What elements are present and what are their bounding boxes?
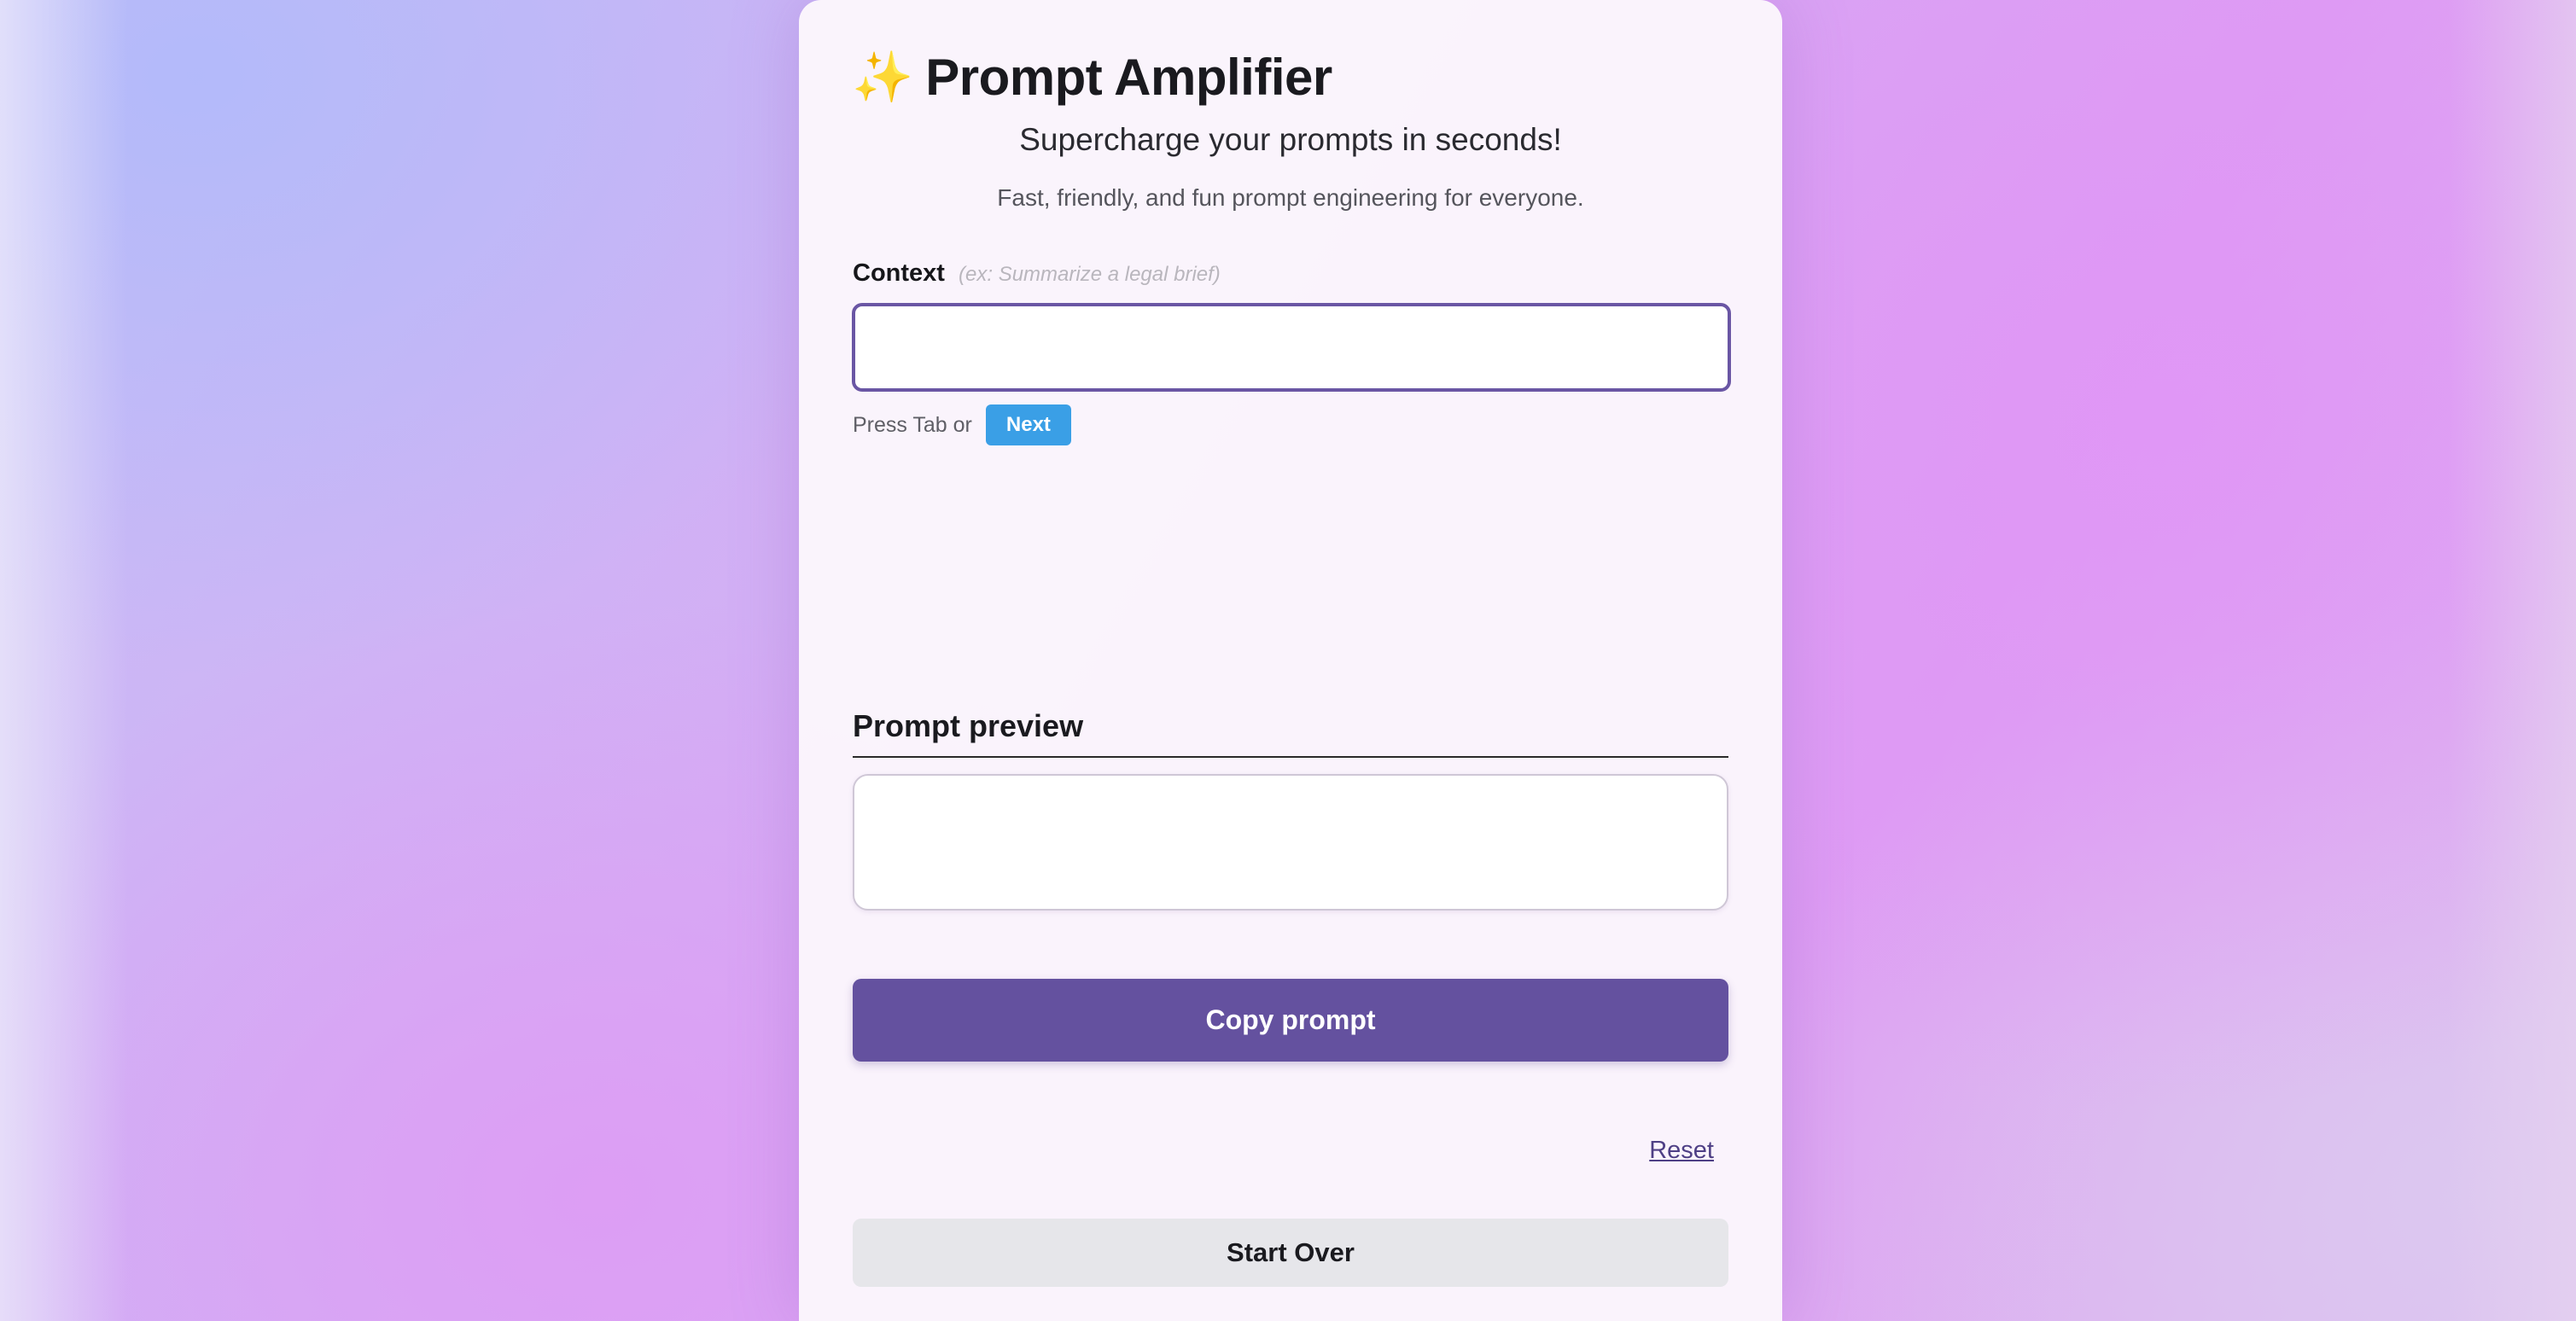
context-label: Context (ex: Summarize a legal brief) [853, 259, 1221, 288]
background-edge-left [0, 0, 128, 1321]
start-over-button[interactable]: Start Over [853, 1219, 1728, 1287]
background-edge-right [2448, 0, 2576, 1321]
app-header: ✨ Prompt Amplifier [852, 43, 1332, 111]
copy-prompt-button[interactable]: Copy prompt [853, 979, 1728, 1062]
reset-link[interactable]: Reset [1649, 1137, 1714, 1165]
tab-hint: Press Tab or Next [853, 404, 1071, 445]
app-tagline: Fast, friendly, and fun prompt engineeri… [997, 184, 1584, 211]
prompt-preview-box [853, 774, 1728, 911]
context-hint: (ex: Summarize a legal brief) [959, 263, 1221, 286]
next-button[interactable]: Next [985, 404, 1071, 445]
main-card: ✨ Prompt Amplifier Supercharge your prom… [799, 0, 1782, 1321]
context-input[interactable] [852, 303, 1731, 392]
tab-hint-text: Press Tab or [853, 412, 972, 437]
app-subtitle: Supercharge your prompts in seconds! [1019, 122, 1562, 157]
context-label-text: Context [853, 259, 945, 287]
prompt-preview-heading: Prompt preview [853, 708, 1728, 758]
app-title: Prompt Amplifier [925, 48, 1332, 106]
sparkles-icon: ✨ [852, 48, 914, 106]
